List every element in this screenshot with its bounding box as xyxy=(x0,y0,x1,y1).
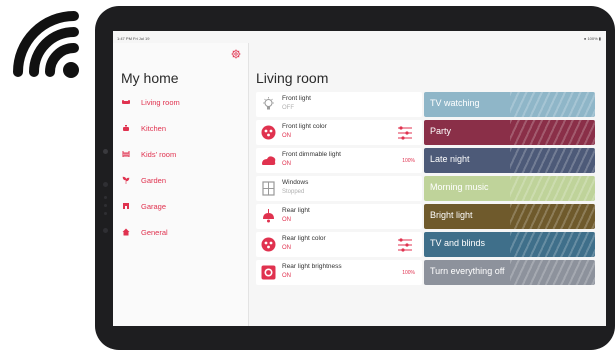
sidebar-item-kitchen[interactable]: Kitchen xyxy=(122,121,166,135)
device-rear-light-brightness[interactable]: Rear light brightness ON 100% xyxy=(256,260,422,285)
crib-icon xyxy=(122,151,130,157)
side-button xyxy=(103,228,108,233)
color-bulb-icon xyxy=(261,125,276,140)
app-screen: 1:47 PM Fri Jul 19 ● 100% ▮ My home Livi… xyxy=(113,31,606,326)
device-state: ON xyxy=(282,161,291,167)
car-icon xyxy=(123,203,129,209)
device-name: Front light xyxy=(282,95,311,102)
device-name: Front light color xyxy=(282,123,327,130)
scene-label: Turn everything off xyxy=(430,266,505,276)
sidebar-item-label: Kids' room xyxy=(141,149,177,159)
sidebar-item-label: Garage xyxy=(141,201,167,211)
brightness-icon xyxy=(261,265,276,280)
side-button xyxy=(104,196,107,199)
scene-photo xyxy=(510,204,595,229)
device-state: Stopped xyxy=(282,189,305,195)
sidebar-item-label: Kitchen xyxy=(141,123,167,133)
window-icon xyxy=(262,181,275,196)
pot-icon xyxy=(123,125,129,131)
device-rear-light-color[interactable]: Rear light color ON xyxy=(256,232,422,257)
tablet-frame: 1:47 PM Fri Jul 19 ● 100% ▮ My home Livi… xyxy=(95,6,615,350)
status-bar: 1:47 PM Fri Jul 19 ● 100% ▮ xyxy=(113,31,606,43)
scene-label: TV watching xyxy=(430,98,480,108)
scene-photo xyxy=(510,120,595,145)
device-name: Rear light xyxy=(282,207,310,214)
house-icon xyxy=(122,228,130,236)
scene-tile[interactable]: Late night xyxy=(424,148,595,173)
sidebar-item-general[interactable]: General xyxy=(122,225,168,239)
device-name: Front dimmable light xyxy=(282,151,341,158)
dimmer-icon xyxy=(262,156,276,165)
scene-photo xyxy=(510,176,595,201)
scene-label: TV and blinds xyxy=(430,238,486,248)
scene-label: Party xyxy=(430,126,452,136)
device-state: ON xyxy=(282,273,291,279)
sidebar-item-label: Living room xyxy=(141,97,180,107)
scene-photo xyxy=(510,260,595,285)
wifi-icon xyxy=(13,11,79,78)
sofa-icon xyxy=(122,100,130,104)
device-front-light[interactable]: Front light OFF xyxy=(256,92,422,117)
device-name: Windows xyxy=(282,179,309,186)
scene-label: Morning music xyxy=(430,182,489,192)
color-sliders-icon[interactable] xyxy=(397,125,413,141)
wifi-status-icon: ● xyxy=(583,36,587,41)
sidebar-item-label: Garden xyxy=(141,175,167,185)
scene-label: Bright light xyxy=(430,210,473,220)
scene-tile[interactable]: Party xyxy=(424,120,595,145)
scene-tile[interactable]: Turn everything off xyxy=(424,260,595,285)
room-panel: Living room Front light OFF Front light … xyxy=(249,43,606,326)
page-title: Living room xyxy=(256,70,329,86)
home-title: My home xyxy=(121,70,179,86)
device-level: 100% xyxy=(402,158,415,164)
gear-icon[interactable] xyxy=(231,49,241,59)
device-level: 100% xyxy=(402,270,415,276)
device-name: Rear light brightness xyxy=(282,263,342,270)
camera-dot xyxy=(103,149,108,154)
device-windows[interactable]: Windows Stopped xyxy=(256,176,422,201)
status-time: 1:47 PM Fri Jul 19 xyxy=(117,36,150,41)
scene-tile[interactable]: TV watching xyxy=(424,92,595,117)
scene-photo xyxy=(510,148,595,173)
status-battery: ● 100% ▮ xyxy=(583,36,601,41)
bulb-icon xyxy=(263,97,274,110)
color-bulb-icon xyxy=(261,237,276,252)
scene-photo xyxy=(510,92,595,117)
scene-tile[interactable]: Morning music xyxy=(424,176,595,201)
scene-tile[interactable]: TV and blinds xyxy=(424,232,595,257)
sidebar-item-living-room[interactable]: Living room xyxy=(122,95,180,109)
sidebar-item-kids-room[interactable]: Kids' room xyxy=(122,147,176,161)
side-button xyxy=(104,204,107,207)
device-front-dimmable-light[interactable]: Front dimmable light ON 100% xyxy=(256,148,422,173)
sidebar-item-garage[interactable]: Garage xyxy=(122,199,166,213)
device-name: Rear light color xyxy=(282,235,326,242)
scene-label: Late night xyxy=(430,154,470,164)
sidebar-item-label: General xyxy=(141,227,168,237)
device-state: ON xyxy=(282,217,291,223)
battery-icon: ▮ xyxy=(598,36,601,41)
plant-icon xyxy=(122,176,130,184)
device-state: ON xyxy=(282,133,291,139)
device-rear-light[interactable]: Rear light ON xyxy=(256,204,422,229)
scene-tile[interactable]: Bright light xyxy=(424,204,595,229)
sidebar: My home Living room Kitchen Kids' room G… xyxy=(113,43,249,326)
sidebar-item-garden[interactable]: Garden xyxy=(122,173,166,187)
scene-photo xyxy=(510,232,595,257)
device-front-light-color[interactable]: Front light color ON xyxy=(256,120,422,145)
pendant-lamp-icon xyxy=(263,209,274,223)
device-state: ON xyxy=(282,245,291,251)
device-state: OFF xyxy=(282,105,294,111)
side-button xyxy=(103,182,108,187)
side-button xyxy=(104,212,107,215)
color-sliders-icon[interactable] xyxy=(397,237,413,253)
